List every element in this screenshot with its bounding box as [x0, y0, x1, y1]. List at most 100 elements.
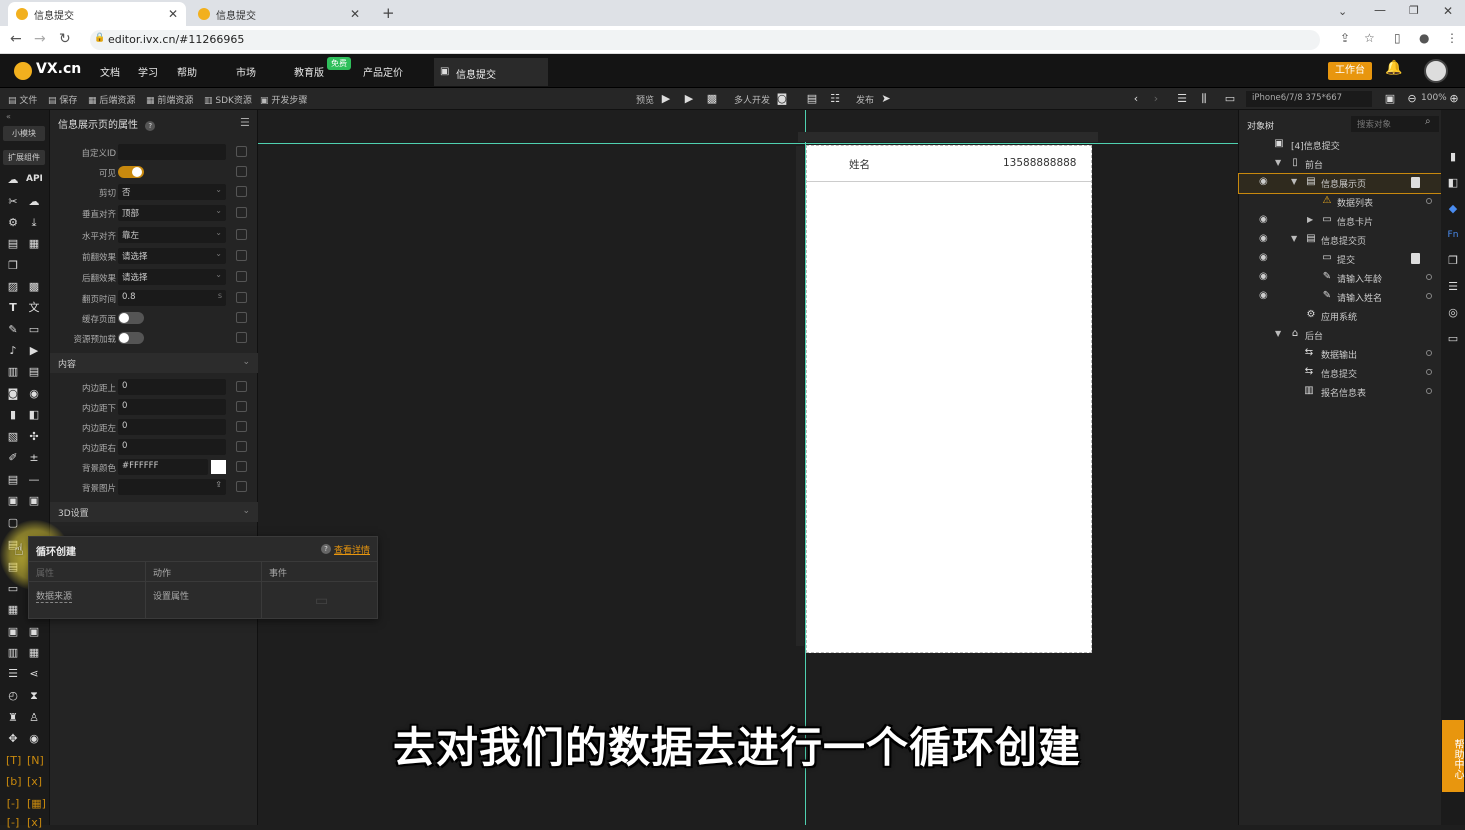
share-nodes-icon[interactable]: ⋖: [27, 667, 41, 681]
menu-learn[interactable]: 学习: [138, 64, 158, 79]
puzzle-icon[interactable]: ✥: [6, 732, 20, 746]
tree-node-info-page[interactable]: ◉ ▼ ▤ 信息展示页: [1238, 173, 1443, 194]
cloud-upload-icon[interactable]: ☁: [27, 195, 41, 209]
config-icon[interactable]: ▤: [804, 91, 820, 107]
minimize-icon[interactable]: —: [1374, 3, 1386, 17]
search-icon[interactable]: ⌕: [1425, 116, 1431, 127]
shield-tool-icon[interactable]: ◆: [1446, 202, 1460, 216]
translate-icon[interactable]: 文: [27, 301, 41, 315]
menu-education[interactable]: 教育版: [294, 64, 324, 79]
api-component[interactable]: API: [26, 174, 43, 184]
info-card[interactable]: 姓名 13588888888: [807, 146, 1091, 182]
copy-icon[interactable]: [236, 381, 247, 392]
grid-icon[interactable]: ✣: [27, 430, 41, 444]
url-field[interactable]: 🔒 editor.ivx.cn/#11266965: [90, 30, 1320, 50]
lock-icon[interactable]: [1411, 177, 1420, 188]
qr-icon[interactable]: ▩: [704, 91, 720, 107]
caret-right-icon[interactable]: ▶: [1307, 215, 1313, 224]
copy-icon[interactable]: ❐: [6, 259, 20, 273]
caret-down-icon[interactable]: ▼: [1275, 329, 1281, 338]
multi-dev-label[interactable]: 多人开发: [734, 93, 770, 106]
data-source-attr[interactable]: 数据来源: [36, 589, 73, 603]
frontend-resources-button[interactable]: ▦ 前端资源: [146, 93, 193, 106]
zoom-in-icon[interactable]: ⊕: [1446, 91, 1462, 107]
tab-small-modules[interactable]: 小模块: [3, 126, 45, 141]
browser-tab[interactable]: 信息提交 ✕: [190, 2, 368, 26]
bracket-dash-icon[interactable]: [-]: [6, 797, 20, 811]
rows-icon[interactable]: ☰: [6, 667, 20, 681]
sidebar-toggle-icon[interactable]: ▯: [1394, 31, 1401, 45]
copy-icon[interactable]: [236, 186, 247, 197]
caret-down-icon[interactable]: ▼: [1275, 158, 1281, 167]
download-icon[interactable]: ⤓: [27, 216, 41, 230]
horizontal-align-select[interactable]: 靠左 ⌄: [118, 227, 226, 243]
sdk-resources-button[interactable]: ▥ SDK资源: [204, 93, 252, 106]
tools-icon[interactable]: ✂: [6, 195, 20, 209]
tree-node-age-input[interactable]: ◉ ✎ 请输入年龄: [1239, 269, 1442, 288]
cloud-icon[interactable]: ☁: [6, 173, 20, 187]
record-icon[interactable]: ◉: [27, 387, 41, 401]
robot-icon[interactable]: ♜: [6, 711, 20, 725]
fit-screen-icon[interactable]: ▣: [1382, 91, 1398, 107]
copy-icon[interactable]: [236, 250, 247, 261]
preload-toggle[interactable]: [118, 332, 144, 344]
workbench-button[interactable]: 工作台: [1328, 62, 1372, 80]
calendar-icon[interactable]: ▦: [27, 237, 41, 251]
gallery-icon[interactable]: ▩: [27, 280, 41, 294]
eye-icon[interactable]: ◉: [1259, 271, 1268, 282]
file-button[interactable]: ▤ 文件: [8, 93, 37, 106]
new-tab-icon[interactable]: +: [382, 4, 395, 22]
phone-preview[interactable]: 姓名 13588888888: [806, 145, 1092, 653]
back-icon[interactable]: ←: [10, 31, 22, 47]
cache-page-toggle[interactable]: [118, 312, 144, 324]
bookmark-star-icon[interactable]: ☆: [1364, 31, 1375, 45]
menu-docs[interactable]: 文档: [100, 64, 120, 79]
table-icon[interactable]: ▦: [27, 646, 41, 660]
collapse-icon[interactable]: «: [6, 112, 11, 121]
help-icon[interactable]: ?: [145, 121, 156, 131]
device-select[interactable]: iPhone6/7/8 375*667: [1246, 91, 1372, 107]
bracket-extra-alt-icon[interactable]: [x]: [27, 816, 42, 830]
camera-icon[interactable]: ◙: [6, 387, 20, 401]
copy-icon[interactable]: [236, 481, 247, 492]
save-button[interactable]: ▤ 保存: [48, 93, 77, 106]
close-tab-icon[interactable]: ✕: [168, 7, 178, 21]
file-icon[interactable]: ▤: [6, 237, 20, 251]
edit-icon[interactable]: ✎: [6, 323, 20, 337]
forward-effect-select[interactable]: 请选择 ⌄: [118, 248, 226, 264]
bracket-b-icon[interactable]: [b]: [6, 775, 22, 789]
section-3d[interactable]: 3D设置 ⌄: [50, 502, 258, 522]
custom-id-input[interactable]: [118, 144, 226, 160]
monitor-icon[interactable]: ▭: [1222, 91, 1238, 107]
divider-icon[interactable]: —: [27, 473, 41, 487]
chevron-left-icon[interactable]: ‹: [1128, 91, 1144, 107]
3d-icon[interactable]: ◉: [27, 732, 41, 746]
copy-icon[interactable]: [236, 461, 247, 472]
padding-top-input[interactable]: 0: [118, 379, 226, 395]
eye-icon[interactable]: ◉: [1259, 214, 1268, 225]
tab-list-icon[interactable]: ⌄: [1338, 5, 1347, 18]
copy-icon[interactable]: [236, 146, 247, 157]
profile-icon[interactable]: ●: [1419, 31, 1429, 45]
bracket-n-icon[interactable]: [N]: [27, 754, 44, 768]
list-icon[interactable]: ▤: [6, 473, 20, 487]
panel-icon[interactable]: ▮: [6, 408, 20, 422]
copy-icon[interactable]: [236, 271, 247, 282]
columns-icon[interactable]: ⫼: [1196, 91, 1212, 107]
tree-node-backend[interactable]: ▼ ⌂ 后台: [1239, 326, 1442, 345]
reload-icon[interactable]: ↻: [59, 31, 71, 47]
section-content[interactable]: 内容 ⌄: [50, 353, 258, 373]
browser-menu-icon[interactable]: ⋮: [1446, 31, 1458, 45]
tree-node-submit-button[interactable]: ◉ ▭ 提交: [1239, 250, 1442, 269]
tree-node-info-card[interactable]: ◉ ▶ ▭ 信息卡片: [1239, 212, 1442, 231]
upload-icon[interactable]: ⇪: [215, 480, 222, 489]
tree-node-name-input[interactable]: ◉ ✎ 请输入姓名: [1239, 288, 1442, 307]
brush-icon[interactable]: ✐: [6, 451, 20, 465]
styles-tool-icon[interactable]: ◧: [1446, 176, 1460, 190]
bg-color-input[interactable]: #FFFFFF: [118, 459, 208, 475]
eye-icon[interactable]: ◉: [1259, 176, 1268, 187]
eye-icon[interactable]: ◉: [1259, 233, 1268, 244]
clip-select[interactable]: 否 ⌄: [118, 184, 226, 200]
align-icon[interactable]: ☰: [1174, 91, 1190, 107]
function-tool-icon[interactable]: Fn: [1446, 228, 1460, 242]
